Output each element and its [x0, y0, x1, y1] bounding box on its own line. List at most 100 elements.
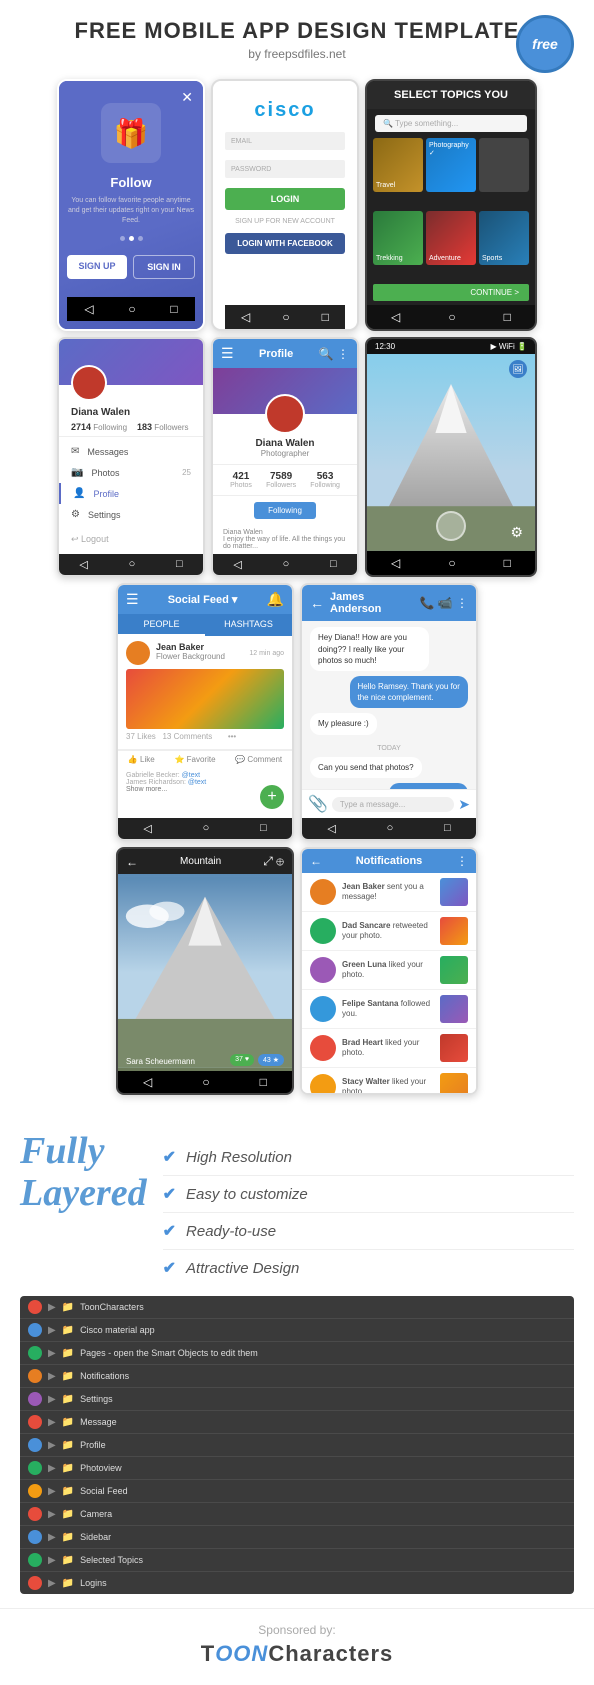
topic-travel[interactable]: Travel [373, 138, 423, 192]
message-received: Can you send that photos? [310, 757, 422, 778]
photo-caption: Sara Scheuermann [126, 1057, 195, 1066]
menu-messages[interactable]: ✉Messages [59, 441, 203, 462]
layer-row: ▶ 📁 Message [20, 1411, 574, 1434]
feature-label: High Resolution [186, 1149, 292, 1166]
menu-profile[interactable]: 👤Profile [59, 483, 203, 504]
nav-bar: ◁ ○ □ [367, 305, 535, 329]
chevron-icon: ▶ [48, 1348, 56, 1359]
folder-icon: 📁 [62, 1417, 74, 1428]
layer-row: ▶ 📁 Pages - open the Smart Objects to ed… [20, 1342, 574, 1365]
following-button[interactable]: Following [254, 502, 316, 519]
menu-icon: □ [504, 556, 511, 570]
feature-label: Ready-to-use [186, 1223, 276, 1240]
profile-job: Photographer [213, 449, 357, 458]
notif-item: Felipe Santana followed you. [302, 990, 476, 1029]
tab-hashtags[interactable]: HASHTAGS [205, 614, 292, 636]
topic-sports[interactable]: Sports [479, 211, 529, 265]
chat-input-bar: 📎 Type a message... ➤ [302, 789, 476, 818]
message-received: Hey Diana!! How are you doing?? I really… [310, 627, 429, 671]
back-icon: ◁ [233, 558, 241, 571]
chevron-icon: ▶ [48, 1555, 56, 1566]
row3: ☰ Social Feed ▾ 🔔 PEOPLE HASHTAGS Jean B… [10, 583, 584, 841]
notif-avatar [310, 996, 336, 1022]
signup-button[interactable]: SIGN UP [67, 255, 127, 279]
tab-people[interactable]: PEOPLE [118, 614, 205, 636]
topic-trekking[interactable]: Trekking [373, 211, 423, 265]
back-icon: ◁ [84, 302, 93, 316]
fab-button[interactable]: + [260, 785, 284, 809]
chevron-icon: ▶ [48, 1371, 56, 1382]
folder-icon: 📁 [62, 1325, 74, 1336]
notif-thumb [440, 1073, 468, 1095]
like-count: 37 ♥ [230, 1054, 254, 1066]
signin-button[interactable]: SIGN IN [133, 255, 195, 279]
chevron-icon: ▶ [48, 1509, 56, 1520]
back-icon: ← [126, 855, 138, 869]
topic-adventure[interactable]: Adventure [426, 211, 476, 265]
menu-photos[interactable]: 📷Photos 25 [59, 462, 203, 483]
layer-row: ▶ 📁 Logins [20, 1572, 574, 1594]
feature-ready: ✔ Ready-to-use [163, 1213, 574, 1250]
folder-icon: 📁 [62, 1486, 74, 1497]
menu-settings[interactable]: ⚙Settings [59, 504, 203, 525]
back-icon: ◁ [241, 310, 250, 324]
camera-viewfinder: ⚙ 🖼 [367, 354, 535, 551]
settings-icon: ⚙ [71, 509, 80, 520]
post-toolbar: ← Mountain ⤢ ⊕ [118, 849, 292, 874]
message-icon: ✉ [71, 446, 79, 457]
layer-row: ▶ 📁 Notifications [20, 1365, 574, 1388]
cisco-logo: cisco [254, 99, 315, 122]
continue-button[interactable]: CONTINUE > [373, 284, 529, 301]
layer-row: ▶ 📁 Profile [20, 1434, 574, 1457]
send-icon[interactable]: ➤ [458, 796, 470, 813]
profile-icon: 👤 [73, 488, 85, 499]
feed-post: Jean Baker Flower Background 12 min ago … [118, 636, 292, 750]
eye-icon [28, 1346, 42, 1360]
shutter-button[interactable] [436, 511, 466, 541]
phone-social-feed: ☰ Social Feed ▾ 🔔 PEOPLE HASHTAGS Jean B… [116, 583, 294, 841]
layers-panel: ▶ 📁 ToonCharacters ▶ 📁 Cisco material ap… [20, 1296, 574, 1594]
fully-layered-heading: FullyLayered [20, 1131, 147, 1286]
topic-photography[interactable]: Photography ✓ [426, 138, 476, 192]
home-icon: ○ [129, 558, 136, 571]
chevron-icon: ▶ [48, 1440, 56, 1451]
feed-toolbar: ☰ Social Feed ▾ 🔔 [118, 585, 292, 614]
notif-avatar [310, 1035, 336, 1061]
login-button[interactable]: LOGIN [225, 188, 345, 210]
day-divider: TODAY [310, 745, 468, 752]
folder-icon: 📁 [62, 1440, 74, 1451]
email-field[interactable]: EMAIL [225, 132, 345, 150]
avatar [71, 365, 107, 401]
phone-notifications: ← Notifications ⋮ Jean Baker sent you a … [300, 847, 478, 1095]
topic-empty [479, 138, 529, 192]
mountain-image: Sara Scheuermann 37 ♥ 43 ★ [118, 874, 292, 1071]
call-icon: 📞 📹 ⋮ [419, 596, 468, 610]
feature-label: Easy to customize [186, 1186, 308, 1203]
password-field[interactable]: PASSWORD [225, 160, 345, 178]
facebook-login-button[interactable]: LOGIN WITH FACEBOOK [225, 233, 345, 254]
check-icon: ✔ [163, 1184, 176, 1204]
profile-stats: 421Photos 7589Followers 563Following [213, 464, 357, 496]
menu-logout[interactable]: ↩ Logout [59, 529, 203, 550]
layers-section: ▶ 📁 ToonCharacters ▶ 📁 Cisco material ap… [0, 1296, 594, 1608]
feature-label: Attractive Design [186, 1260, 299, 1277]
signup-link[interactable]: SIGN UP FOR NEW ACCOUNT [235, 218, 335, 225]
comment-action[interactable]: 💬 Comment [235, 755, 282, 764]
features-list: ✔ High Resolution ✔ Easy to customize ✔ … [163, 1131, 574, 1286]
phone-chat: ← James Anderson 📞 📹 ⋮ Hey Diana!! How a… [300, 583, 478, 841]
fav-action[interactable]: ⭐ Favorite [174, 755, 215, 764]
like-action[interactable]: 👍 Like [128, 755, 155, 764]
menu-icon: □ [330, 558, 337, 571]
notif-avatar [310, 918, 336, 944]
phone-topics: SELECT TOPICS YOU 🔍 Type something... Tr… [365, 79, 537, 331]
layer-row: ▶ 📁 Camera [20, 1503, 574, 1526]
notif-thumb [440, 917, 468, 945]
message-input[interactable]: Type a message... [332, 797, 454, 812]
search-icon: 🔍 ⋮ [319, 347, 349, 361]
page-header: FREE MOBILE APP DESIGN TEMPLATE by freep… [0, 0, 594, 71]
features-section: FullyLayered ✔ High Resolution ✔ Easy to… [0, 1117, 594, 1296]
folder-icon: 📁 [62, 1578, 74, 1589]
back-icon: ← [310, 595, 324, 611]
menu-hamburger-icon: ☰ [221, 345, 234, 362]
topics-search[interactable]: 🔍 Type something... [375, 115, 527, 132]
